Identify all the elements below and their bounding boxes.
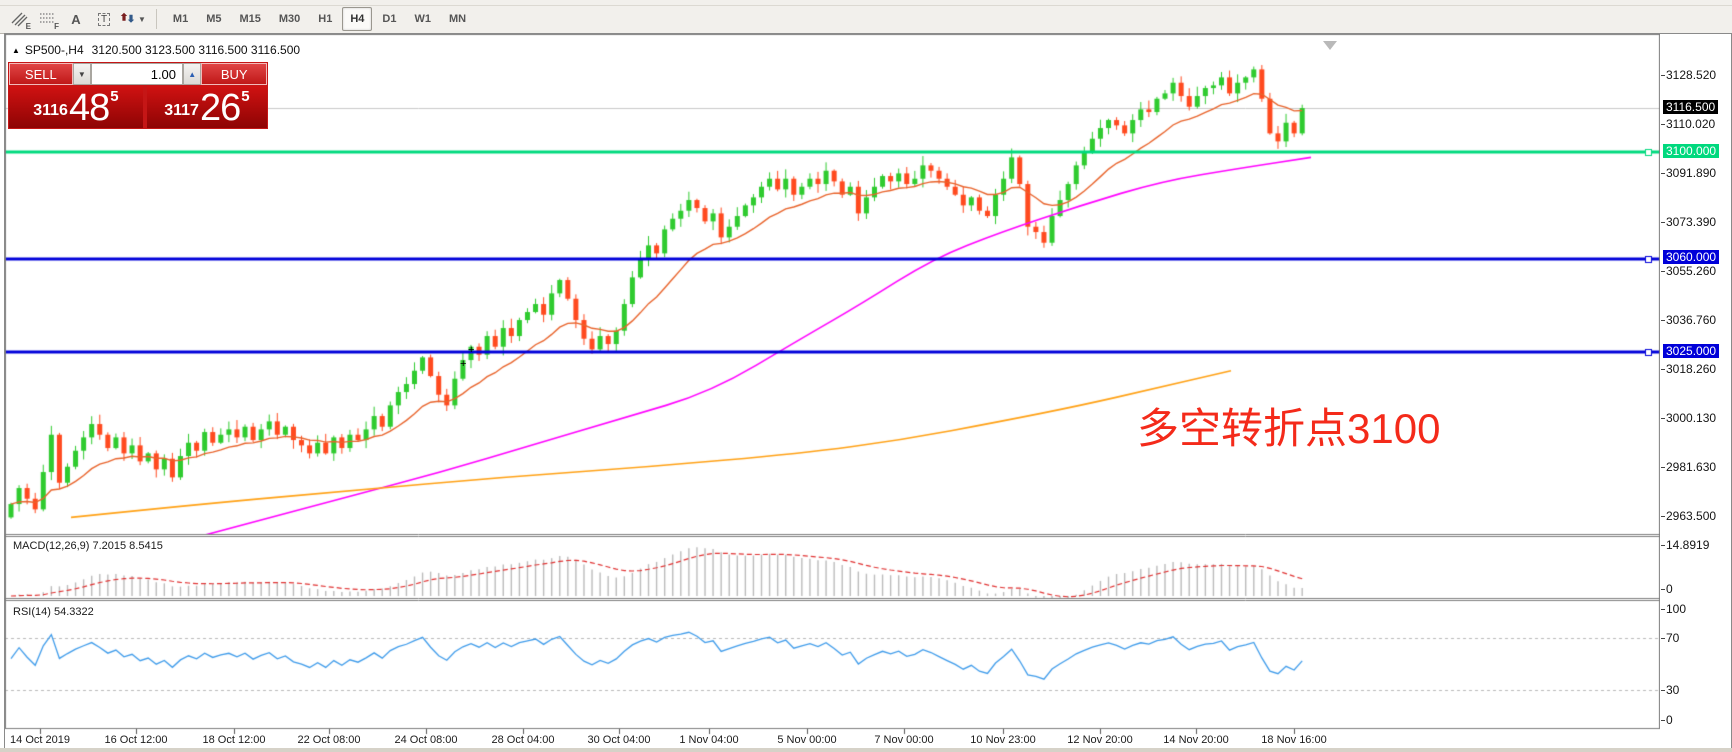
buy-price-box[interactable]: 3117 26 5 (147, 86, 267, 128)
time-axis-label: 14 Oct 2019 (0, 734, 90, 746)
chart-header: ▲ SP500-,H4 3120.500 3123.500 3116.500 3… (12, 43, 300, 57)
chart-shift-marker-icon[interactable] (1323, 41, 1337, 50)
buy-button[interactable]: BUY (201, 63, 267, 85)
timeframe-button-m15[interactable]: M15 (231, 7, 268, 31)
time-axis-label: 24 Oct 08:00 (376, 734, 476, 746)
one-click-trade-panel: SELL ▼ ▲ BUY 3116 48 5 3117 26 5 (8, 62, 268, 129)
collapse-triangle-icon[interactable]: ▲ (12, 46, 20, 55)
time-axis-label: 16 Oct 12:00 (86, 734, 186, 746)
chart-window: ▲ SP500-,H4 3120.500 3123.500 3116.500 3… (4, 33, 1732, 749)
volume-increase-button[interactable]: ▲ (183, 63, 201, 85)
chart-canvas[interactable] (5, 34, 1660, 747)
text-box-button[interactable]: T (90, 6, 118, 32)
plus-marker-icon: + (468, 346, 474, 354)
buy-price-sup: 5 (241, 90, 249, 104)
dropdown-caret-icon: ▼ (138, 15, 146, 24)
sell-button[interactable]: SELL (9, 63, 73, 85)
toolbar-separator (156, 9, 157, 29)
timeframe-toolbar: M1M5M15M30H1H4D1W1MN (164, 7, 475, 31)
volume-decrease-button[interactable]: ▼ (73, 63, 91, 85)
chart-annotation-text: 多空转折点3100 (1137, 406, 1440, 452)
rsi-axis-label: 70 (1666, 631, 1679, 645)
price-axis-label: 3073.390 (1666, 215, 1716, 229)
price-axis[interactable]: 3128.520 3116.500 3110.020 3100.000 3091.890… (1660, 34, 1730, 747)
timeframe-button-m1[interactable]: M1 (165, 7, 196, 31)
time-axis-label: 14 Nov 20:00 (1146, 734, 1246, 746)
top-toolbar: E F A T ▼ M1M5M15M30H1H4D1W1MN (0, 0, 1732, 34)
price-axis-label: 2981.630 (1666, 460, 1716, 474)
symbol-period-label: SP500-,H4 (25, 43, 84, 57)
buy-price-small: 3117 (164, 96, 199, 126)
rsi-axis-label: 30 (1666, 683, 1679, 697)
price-axis-label: 3025.000 (1663, 344, 1719, 358)
price-axis-label: 3116.500 (1663, 100, 1718, 114)
time-axis-label: 30 Oct 04:00 (569, 734, 669, 746)
timeframe-button-h4[interactable]: H4 (342, 7, 372, 31)
timeframe-button-m5[interactable]: M5 (198, 7, 229, 31)
rsi-axis-label: 0 (1666, 713, 1673, 727)
price-axis-label: 3000.130 (1666, 411, 1716, 425)
time-axis-label: 18 Oct 12:00 (184, 734, 284, 746)
fibonacci-icon[interactable]: F (34, 6, 62, 32)
timeframe-button-d1[interactable]: D1 (374, 7, 404, 31)
equidistant-channel-icon[interactable]: E (6, 6, 34, 32)
time-axis-label: 5 Nov 00:00 (757, 734, 857, 746)
timeframe-button-h1[interactable]: H1 (310, 7, 340, 31)
price-axis-label: 3060.000 (1663, 250, 1719, 264)
sell-price-small: 3116 (33, 96, 68, 126)
rsi-axis-label: 100 (1666, 602, 1686, 616)
price-axis-label: 3128.520 (1666, 68, 1716, 82)
time-axis-label: 1 Nov 04:00 (659, 734, 759, 746)
time-axis-label: 10 Nov 23:00 (953, 734, 1053, 746)
macd-axis-label: 14.8919 (1666, 538, 1709, 552)
timeframe-button-mn[interactable]: MN (441, 7, 474, 31)
arrows-icon (119, 12, 135, 26)
price-axis-label: 3018.260 (1666, 362, 1716, 376)
macd-indicator-label: MACD(12,26,9) 7.2015 8.5415 (13, 540, 163, 552)
buy-price-big: 26 (200, 90, 240, 126)
time-axis-label: 12 Nov 20:00 (1050, 734, 1150, 746)
timeframe-button-m30[interactable]: M30 (271, 7, 308, 31)
price-axis-label: 3036.760 (1666, 313, 1716, 327)
timeframe-button-w1[interactable]: W1 (406, 7, 439, 31)
time-axis-label: 18 Nov 16:00 (1244, 734, 1344, 746)
time-axis-label: 28 Oct 04:00 (473, 734, 573, 746)
plus-marker-icon: + (460, 360, 466, 368)
sell-price-sup: 5 (110, 90, 118, 104)
time-axis-label: 7 Nov 00:00 (854, 734, 954, 746)
volume-input[interactable] (91, 63, 183, 85)
rsi-indicator-label: RSI(14) 54.3322 (13, 606, 94, 618)
arrow-objects-button[interactable]: ▼ (118, 6, 147, 32)
price-axis-label: 3100.000 (1663, 144, 1719, 158)
price-axis-label: 3091.890 (1666, 166, 1716, 180)
time-axis-label: 22 Oct 08:00 (279, 734, 379, 746)
sell-price-big: 48 (69, 90, 109, 126)
price-axis-label: 3110.020 (1666, 117, 1715, 131)
ohlc-values: 3120.500 3123.500 3116.500 3116.500 (92, 43, 300, 57)
text-label-button[interactable]: A (62, 6, 90, 32)
bottom-status-strip (0, 748, 1732, 752)
sell-price-box[interactable]: 3116 48 5 (9, 86, 143, 128)
price-axis-label: 2963.500 (1666, 509, 1716, 523)
macd-axis-label: 0 (1666, 582, 1673, 596)
price-axis-label: 3055.260 (1666, 264, 1716, 278)
